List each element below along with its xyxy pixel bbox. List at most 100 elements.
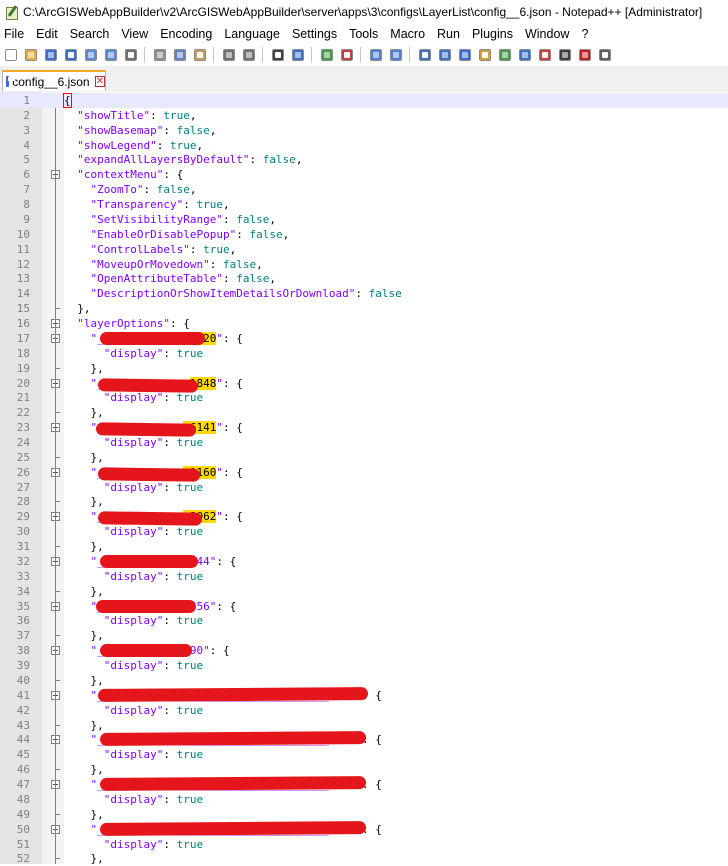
line-number: 33	[16, 569, 30, 583]
code-line[interactable]: 4 "showLegend": true,	[0, 138, 728, 153]
code-line[interactable]: 39 "display": true	[0, 658, 728, 673]
menu-help[interactable]: ?	[575, 27, 594, 41]
tab-bar: config__6.json ✕	[0, 66, 728, 93]
save-icon[interactable]	[43, 47, 59, 63]
code-line[interactable]: 13 "OpenAttributeTable": false,	[0, 271, 728, 286]
code-line[interactable]: 1{	[0, 93, 728, 108]
menu-encoding[interactable]: Encoding	[154, 27, 218, 41]
code-line[interactable]: 5 "expandAllLayersByDefault": false,	[0, 152, 728, 167]
find-icon[interactable]	[270, 47, 286, 63]
stop-macro-icon[interactable]	[597, 47, 613, 63]
code-line[interactable]: 33 "display": true	[0, 569, 728, 584]
line-number: 32	[16, 554, 30, 568]
folder-workspace-icon[interactable]	[537, 47, 553, 63]
code-text: "display": true	[103, 703, 204, 717]
paste-icon[interactable]	[192, 47, 208, 63]
code-text: "expandAllLayersByDefault": false,	[77, 153, 303, 167]
code-line[interactable]: 10 "EnableOrDisablePopup": false,	[0, 227, 728, 242]
code-text: },	[64, 361, 104, 375]
code-line[interactable]: 6 "contextMenu": {	[0, 167, 728, 182]
code-line[interactable]: 9 "SetVisibilityRange": false,	[0, 212, 728, 227]
function-list-icon[interactable]	[517, 47, 533, 63]
redaction-mark	[97, 686, 369, 702]
code-line[interactable]: 49 },	[0, 807, 728, 822]
code-line[interactable]: 14 "DescriptionOrShowItemDetailsOrDownlo…	[0, 286, 728, 301]
code-line[interactable]: 16 "layerOptions": {	[0, 316, 728, 331]
line-number: 21	[16, 391, 30, 405]
close-icon[interactable]	[83, 47, 99, 63]
code-text: "display": true	[103, 569, 204, 583]
line-number: 2	[23, 108, 30, 122]
code-line[interactable]: 12 "MoveupOrMovedown": false,	[0, 257, 728, 272]
code-text: "display": true	[103, 391, 204, 405]
code-line[interactable]: 30 "display": true	[0, 524, 728, 539]
code-line[interactable]: 11 "ControlLabels": true,	[0, 242, 728, 257]
menu-file[interactable]: File	[0, 27, 30, 41]
code-line[interactable]: 27 "display": true	[0, 480, 728, 495]
code-line[interactable]: 37 },	[0, 628, 728, 643]
open-file-icon[interactable]	[23, 47, 39, 63]
redaction-mark	[99, 776, 367, 791]
redo-icon[interactable]	[241, 47, 257, 63]
menu-plugins[interactable]: Plugins	[466, 27, 519, 41]
print-icon[interactable]	[123, 47, 139, 63]
code-line[interactable]: 51 "display": true	[0, 837, 728, 852]
code-line[interactable]: 46 },	[0, 762, 728, 777]
code-line[interactable]: 34 },	[0, 584, 728, 599]
menu-language[interactable]: Language	[218, 27, 286, 41]
zoom-out-icon[interactable]	[339, 47, 355, 63]
code-line[interactable]: 40 },	[0, 673, 728, 688]
code-line[interactable]: 24 "display": true	[0, 435, 728, 450]
code-text: },	[64, 718, 104, 732]
close-all-icon[interactable]	[103, 47, 119, 63]
code-line[interactable]: 43 },	[0, 718, 728, 733]
close-tab-icon[interactable]: ✕	[94, 76, 105, 87]
code-line[interactable]: 15 },	[0, 301, 728, 316]
code-line[interactable]: 36 "display": true	[0, 613, 728, 628]
word-wrap-icon[interactable]	[417, 47, 433, 63]
tab-config-6-json[interactable]: config__6.json ✕	[2, 70, 106, 91]
menu-search[interactable]: Search	[64, 27, 116, 41]
user-lang-icon[interactable]	[477, 47, 493, 63]
sync-vertical-icon[interactable]	[368, 47, 384, 63]
zoom-in-icon[interactable]	[319, 47, 335, 63]
undo-icon[interactable]	[221, 47, 237, 63]
code-line[interactable]: 3 "showBasemap": false,	[0, 123, 728, 138]
code-line[interactable]: 19 },	[0, 361, 728, 376]
menu-macro[interactable]: Macro	[384, 27, 431, 41]
code-line[interactable]: 7 "ZoomTo": false,	[0, 182, 728, 197]
menu-view[interactable]: View	[115, 27, 154, 41]
menu-edit[interactable]: Edit	[30, 27, 64, 41]
code-line[interactable]: 8 "Transparency": true,	[0, 197, 728, 212]
code-line[interactable]: 21 "display": true	[0, 390, 728, 405]
doc-map-icon[interactable]	[497, 47, 513, 63]
code-line[interactable]: 18 "display": true	[0, 346, 728, 361]
sync-horizontal-icon[interactable]	[388, 47, 404, 63]
menu-tools[interactable]: Tools	[343, 27, 384, 41]
replace-icon[interactable]	[290, 47, 306, 63]
cut-icon[interactable]	[152, 47, 168, 63]
menu-window[interactable]: Window	[519, 27, 575, 41]
monitoring-icon[interactable]	[557, 47, 573, 63]
new-file-icon[interactable]	[3, 47, 19, 63]
copy-icon[interactable]	[172, 47, 188, 63]
line-number: 3	[23, 123, 30, 137]
menu-settings[interactable]: Settings	[286, 27, 343, 41]
code-line[interactable]: 42 "display": true	[0, 703, 728, 718]
code-line[interactable]: 31 },	[0, 539, 728, 554]
code-line[interactable]: 28 },	[0, 494, 728, 509]
code-text: },	[64, 495, 104, 509]
line-number: 41	[16, 688, 30, 702]
show-all-chars-icon[interactable]	[437, 47, 453, 63]
save-all-icon[interactable]	[63, 47, 79, 63]
code-line[interactable]: 22 },	[0, 405, 728, 420]
record-macro-icon[interactable]	[577, 47, 593, 63]
menu-run[interactable]: Run	[431, 27, 466, 41]
line-number: 19	[16, 361, 30, 375]
code-line[interactable]: 48 "display": true	[0, 792, 728, 807]
code-line[interactable]: 45 "display": true	[0, 747, 728, 762]
code-line[interactable]: 25 },	[0, 450, 728, 465]
editor-area[interactable]: 1{2 "showTitle": true, 3 "showBasemap": f…	[0, 92, 728, 865]
code-line[interactable]: 2 "showTitle": true,	[0, 108, 728, 123]
indent-guide-icon[interactable]	[457, 47, 473, 63]
